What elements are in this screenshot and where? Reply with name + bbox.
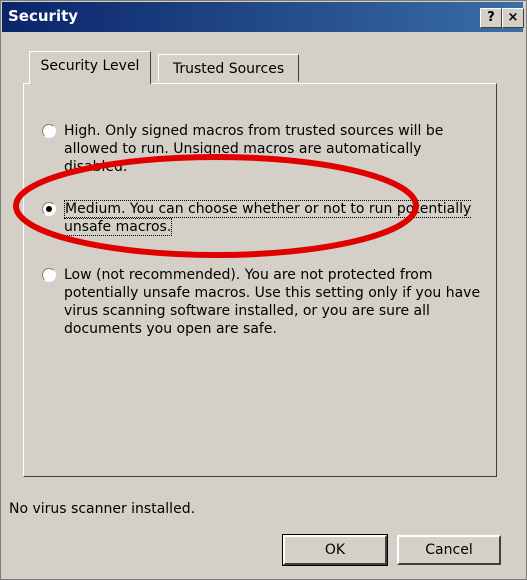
dialog-title: Security (8, 7, 79, 25)
tab-security-level[interactable]: Security Level (29, 51, 151, 84)
security-dialog: Security ? × Security Level Trusted Sour… (0, 0, 527, 580)
help-icon: ? (487, 10, 495, 25)
option-medium-label: Medium. You can choose whether or not to… (64, 200, 482, 236)
option-low-label: Low (not recommended). You are not prote… (64, 267, 481, 337)
virus-scanner-status: No virus scanner installed. (9, 501, 196, 517)
option-high-label: High. Only signed macros from trusted so… (64, 123, 444, 175)
option-medium-text: Medium. You can choose whether or not to… (64, 200, 472, 236)
close-button[interactable]: × (502, 8, 524, 28)
tab-trusted-sources[interactable]: Trusted Sources (158, 54, 299, 82)
cancel-button[interactable]: Cancel (397, 535, 501, 565)
tab-security-level-label: Security Level (40, 58, 140, 74)
radio-medium[interactable] (42, 202, 56, 216)
close-icon: × (507, 10, 519, 25)
radio-low[interactable] (42, 268, 56, 282)
help-button[interactable]: ? (480, 8, 502, 28)
ok-button[interactable]: OK (282, 534, 388, 566)
tab-trusted-sources-label: Trusted Sources (172, 61, 285, 77)
title-bar[interactable]: Security ? × (2, 2, 524, 32)
security-level-panel: High. Only signed macros from trusted so… (23, 83, 497, 477)
radio-high[interactable] (42, 124, 56, 138)
